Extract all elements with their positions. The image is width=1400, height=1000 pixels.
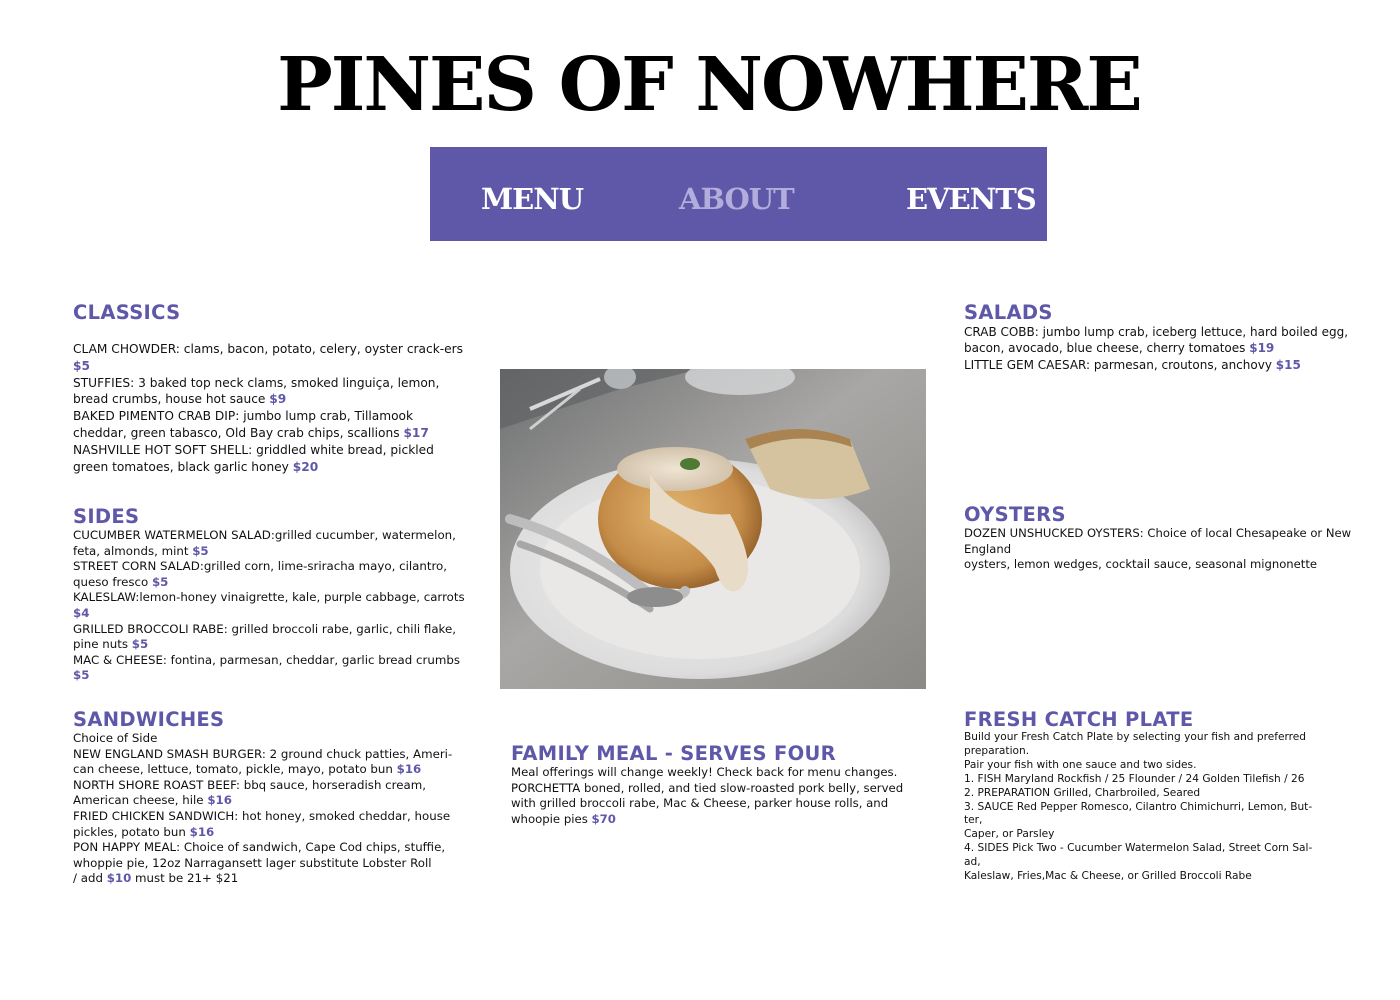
sandwiches-list: Choice of Side NEW ENGLAND SMASH BURGER:… <box>73 731 468 887</box>
menu-item: NORTH SHORE ROAST BEEF: bbq sauce, horse… <box>73 778 468 809</box>
item-name: NEW ENGLAND SMASH BURGER: <box>73 746 266 761</box>
item-name: BAKED PIMENTO CRAB DIP: <box>73 409 240 424</box>
menu-item: NASHVILLE HOT SOFT SHELL: griddled white… <box>73 442 468 476</box>
item-name: LITTLE GEM CAESAR: <box>964 357 1091 372</box>
menu-item: DOZEN UNSHUCKED OYSTERS: Choice of local… <box>964 526 1374 557</box>
item-price: $16 <box>396 762 422 777</box>
item-name: CRAB COBB: <box>964 325 1039 339</box>
sides-title: SIDES <box>73 505 140 528</box>
clam-chowder-bread-bowl-photo <box>500 369 926 689</box>
item-name: CLAM CHOWDER: <box>73 342 180 356</box>
oysters-list: DOZEN UNSHUCKED OYSTERS: Choice of local… <box>964 526 1374 573</box>
fresh-catch-text: Build your Fresh Catch Plate by selectin… <box>964 731 1314 884</box>
menu-item: PORCHETTA boned, rolled, and tied slow-r… <box>511 781 916 828</box>
sandwiches-title: SANDWICHES <box>73 708 225 731</box>
family-meal-title: FAMILY MEAL - SERVES FOUR <box>511 742 836 765</box>
fresh-catch-line: 3. SAUCE Red Pepper Romesco, Cilantro Ch… <box>964 800 1313 827</box>
menu-item: CLAM CHOWDER: clams, bacon, potato, cele… <box>73 341 468 375</box>
menu-item: GRILLED BROCCOLI RABE: grilled broccoli … <box>73 622 473 653</box>
item-name: STUFFIES: <box>73 375 135 390</box>
item-name: NORTH SHORE ROAST BEEF: <box>73 777 240 792</box>
fresh-catch-title: FRESH CATCH PLATE <box>964 708 1194 731</box>
item-name: KALESLAW: <box>73 590 140 605</box>
item-price: $4 <box>73 605 90 620</box>
item-name: PON HAPPY MEAL: <box>73 840 181 855</box>
salads-list: CRAB COBB: jumbo lump crab, iceberg lett… <box>964 324 1374 373</box>
oysters-line2: oysters, lemon wedges, cocktail sauce, s… <box>964 557 1317 572</box>
classics-list: CLAM CHOWDER: clams, bacon, potato, cele… <box>73 341 468 475</box>
item-price: $19 <box>1249 341 1275 356</box>
item-price: $9 <box>269 392 287 407</box>
sides-list: CUCUMBER WATERMELON SALAD:grilled cucumb… <box>73 528 473 684</box>
fresh-catch-line: 1. FISH Maryland Rockfish / 25 Flounder … <box>964 772 1305 785</box>
fresh-catch-section: FRESH CATCH PLATE Build your Fresh Catch… <box>964 709 1314 884</box>
nav-events[interactable]: EVENTS <box>906 181 1037 217</box>
fresh-catch-line: Caper, or Parsley <box>964 828 1055 841</box>
item-price: $5 <box>73 358 90 373</box>
addon-post: must be 21+ $21 <box>131 871 239 886</box>
item-price: $5 <box>151 574 169 589</box>
menu-item: CRAB COBB: jumbo lump crab, iceberg lett… <box>964 324 1374 357</box>
item-desc: fontina, parmesan, cheddar, garlic bread… <box>166 652 460 667</box>
menu-item: NEW ENGLAND SMASH BURGER: 2 ground chuck… <box>73 747 468 778</box>
nav-menu[interactable]: MENU <box>481 181 584 217</box>
addon-price: $10 <box>106 871 132 886</box>
sandwiches-section: SANDWICHES Choice of Side NEW ENGLAND SM… <box>73 709 468 887</box>
menu-item: STREET CORN SALAD:grilled corn, lime-sri… <box>73 559 473 590</box>
fresh-catch-line: Pair your fish with one sauce and two si… <box>964 758 1197 771</box>
sandwich-addon: / add $10 must be 21+ $21 <box>73 871 468 887</box>
item-name: CUCUMBER WATERMELON SALAD: <box>73 528 275 542</box>
menu-item: FRIED CHICKEN SANDWICH: hot honey, smoke… <box>73 809 468 840</box>
classics-title: CLASSICS <box>73 301 181 324</box>
salads-title: SALADS <box>964 301 1053 324</box>
item-price: $5 <box>73 668 90 683</box>
item-desc: parmesan, croutons, anchovy <box>1090 357 1276 372</box>
menu-item: PON HAPPY MEAL: Choice of sandwich, Cape… <box>73 840 468 871</box>
family-meal-note: Meal offerings will change weekly! Check… <box>511 765 898 779</box>
sandwiches-intro: Choice of Side <box>73 731 158 745</box>
salads-section: SALADS CRAB COBB: jumbo lump crab, icebe… <box>964 302 1374 373</box>
menu-item: CUCUMBER WATERMELON SALAD:grilled cucumb… <box>73 528 473 559</box>
item-name: FRIED CHICKEN SANDWICH: <box>73 808 239 823</box>
nav-about[interactable]: ABOUT <box>679 181 795 217</box>
menu-item: LITTLE GEM CAESAR: parmesan, croutons, a… <box>964 357 1374 373</box>
family-meal-text: Meal offerings will change weekly! Check… <box>511 765 916 827</box>
addon-pre: / add <box>73 871 107 886</box>
fresh-catch-line: Build your Fresh Catch Plate by selectin… <box>964 731 1307 757</box>
item-price: $5 <box>131 637 149 652</box>
item-price: $16 <box>207 793 232 808</box>
item-desc: lemon-honey vinaigrette, kale, purple ca… <box>139 590 465 605</box>
fresh-catch-line: 2. PREPARATION Grilled, Charbroiled, Sea… <box>964 786 1201 799</box>
oysters-title: OYSTERS <box>964 503 1066 526</box>
menu-item: BAKED PIMENTO CRAB DIP: jumbo lump crab,… <box>73 408 468 442</box>
menu-item: MAC & CHEESE: fontina, parmesan, cheddar… <box>73 653 473 684</box>
menu-item: STUFFIES: 3 baked top neck clams, smoked… <box>73 375 468 409</box>
item-price: $20 <box>292 459 319 474</box>
oysters-section: OYSTERS DOZEN UNSHUCKED OYSTERS: Choice … <box>964 504 1374 573</box>
item-desc: clams, bacon, potato, celery, oyster cra… <box>179 342 464 356</box>
item-price: $5 <box>192 543 209 558</box>
restaurant-title: PINES OF NOWHERE <box>277 42 1143 128</box>
item-name: GRILLED BROCCOLI RABE: <box>73 621 228 636</box>
item-name: NASHVILLE HOT SOFT SHELL: <box>73 442 253 457</box>
sides-section: SIDES CUCUMBER WATERMELON SALAD:grilled … <box>73 506 473 684</box>
food-photo-illustration <box>500 369 926 689</box>
item-price: $16 <box>189 824 215 839</box>
menu-item: KALESLAW:lemon-honey vinaigrette, kale, … <box>73 590 473 621</box>
main-nav: MENU ABOUT EVENTS <box>430 147 1047 241</box>
item-price: $70 <box>591 811 616 826</box>
item-price: $15 <box>1275 357 1301 372</box>
item-name: DOZEN UNSHUCKED OYSTERS: <box>964 526 1144 540</box>
item-name: MAC & CHEESE: <box>73 652 167 667</box>
item-desc: PORCHETTA boned, rolled, and tied slow-r… <box>511 780 904 826</box>
family-meal-section: FAMILY MEAL - SERVES FOUR Meal offerings… <box>511 743 916 827</box>
fresh-catch-line: 4. SIDES Pick Two - Cucumber Watermelon … <box>964 842 1313 869</box>
classics-section: CLASSICS CLAM CHOWDER: clams, bacon, pot… <box>73 302 468 475</box>
item-price: $17 <box>403 425 429 440</box>
item-name: STREET CORN SALAD: <box>73 559 204 574</box>
fresh-catch-line: Kaleslaw, Fries,Mac & Cheese, or Grilled… <box>964 870 1252 883</box>
